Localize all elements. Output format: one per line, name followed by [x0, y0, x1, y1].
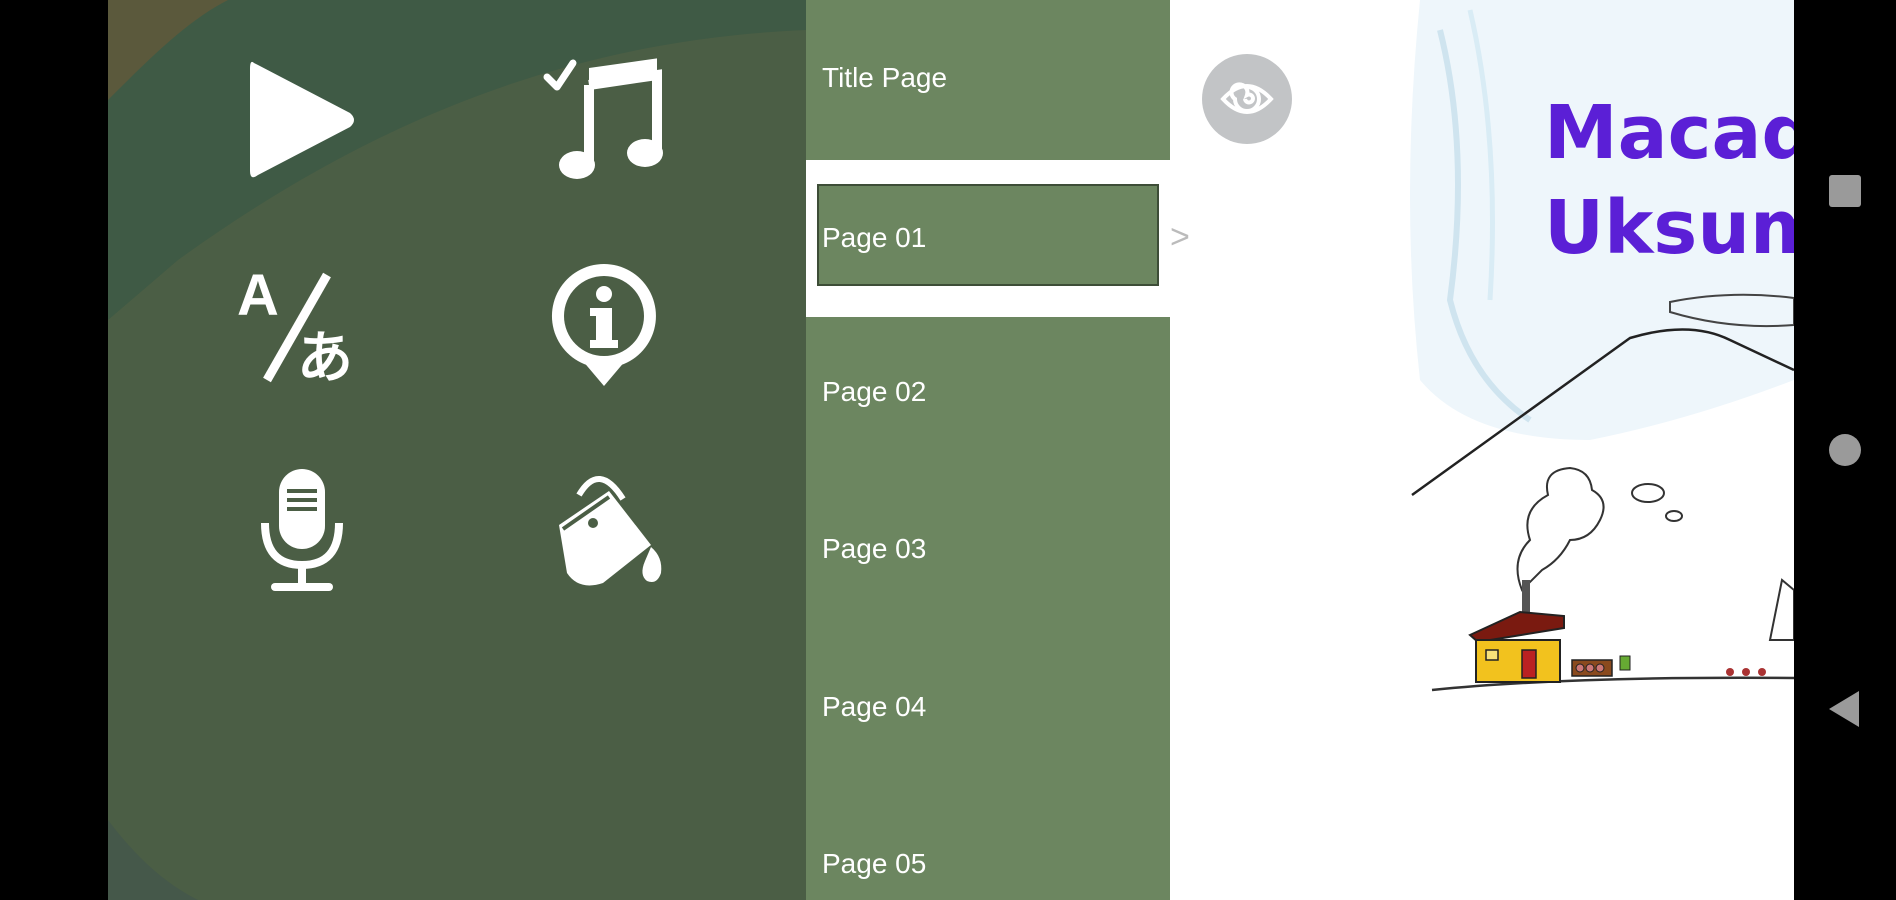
page-item-03[interactable]: Page 03	[806, 471, 1170, 628]
selection-arrow: >	[1170, 218, 1190, 256]
page-item-label: Page 05	[822, 848, 927, 879]
svg-text:A: A	[237, 265, 279, 328]
triangle-back-icon	[1829, 691, 1859, 727]
android-nav-bar	[1794, 0, 1896, 900]
page-item-label: Title Page	[822, 62, 948, 93]
paint-button[interactable]	[529, 455, 679, 605]
page-item-label: Page 02	[822, 376, 927, 407]
swirl-eye-icon	[1220, 82, 1274, 114]
microphone-icon	[261, 469, 343, 591]
page-item-label: Page 04	[822, 691, 927, 722]
home-button[interactable]	[1794, 395, 1896, 505]
visibility-button[interactable]	[1202, 54, 1292, 144]
music-toggle-button[interactable]	[529, 45, 679, 195]
circle-icon	[1829, 434, 1861, 466]
info-button[interactable]	[529, 250, 679, 400]
square-icon	[1829, 175, 1861, 207]
info-icon	[551, 264, 656, 386]
paint-bucket-icon	[559, 476, 662, 586]
page-item-04[interactable]: Page 04	[806, 629, 1170, 786]
menu-background	[108, 0, 806, 900]
page-item-01[interactable]: Page 01	[806, 160, 1170, 317]
play-button[interactable]	[227, 45, 377, 195]
page-item-label: Page 03	[822, 533, 927, 564]
page-item-02[interactable]: Page 02	[806, 314, 1170, 471]
language-button[interactable]: A あ	[227, 250, 377, 400]
recents-button[interactable]	[1794, 136, 1896, 246]
svg-text:あ: あ	[297, 326, 353, 385]
music-check-icon	[543, 58, 663, 179]
page-item-title[interactable]: Title Page	[806, 0, 1170, 157]
page-list: Title Page Page 01 Page 02 Page 03 Page …	[806, 0, 1170, 900]
left-black-bar	[0, 0, 108, 900]
menu-panel: A あ	[108, 0, 806, 900]
translate-icon: A あ	[237, 265, 353, 385]
page-item-label: Page 01	[822, 222, 927, 253]
back-button[interactable]	[1794, 654, 1896, 764]
page-item-05[interactable]: Page 05	[806, 786, 1170, 900]
record-button[interactable]	[227, 455, 377, 605]
play-icon	[250, 61, 354, 178]
